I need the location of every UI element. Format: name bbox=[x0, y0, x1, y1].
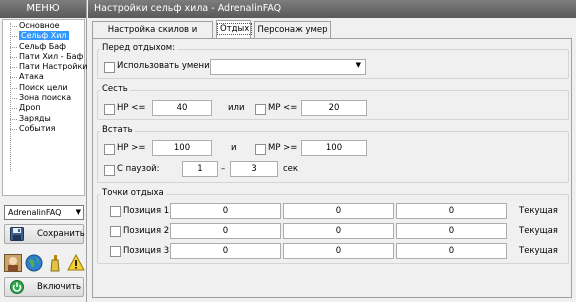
stand-mp-input[interactable]: 100 bbox=[301, 140, 367, 156]
potion-icon[interactable] bbox=[46, 254, 64, 272]
menu-item-label: Сельф Хил bbox=[19, 31, 69, 41]
tab-character-dead[interactable]: Персонаж умер bbox=[254, 21, 331, 38]
menu-item-label: Дроп bbox=[19, 103, 41, 113]
tab-label: Отдых bbox=[217, 23, 253, 35]
quick-icons bbox=[4, 254, 86, 274]
menu-item-party-heal-buff[interactable]: Пати Хил - Баф bbox=[3, 52, 84, 62]
sit-hp-label: HP <= bbox=[117, 103, 146, 113]
position-2-y-input[interactable]: 0 bbox=[283, 223, 394, 239]
side-menu: МЕНЮ Основное Сельф Хил Сельф Баф Пати Х… bbox=[0, 0, 88, 302]
profile-select[interactable]: AdrenalinFAQ ▼ bbox=[4, 205, 84, 220]
position-1-y-input[interactable]: 0 bbox=[283, 203, 394, 219]
position-2-z-input[interactable]: 0 bbox=[396, 223, 507, 239]
chevron-down-icon: ▼ bbox=[355, 61, 361, 69]
chevron-down-icon: ▼ bbox=[75, 208, 81, 216]
position-1-z-input[interactable]: 0 bbox=[396, 203, 507, 219]
rest-points-group: Точки отдыха Позиция 1 0 0 0 Текущая Поз… bbox=[97, 188, 569, 264]
menu-item-label: Пати Настройки bbox=[19, 62, 88, 72]
menu-item-label: Поиск цели bbox=[19, 82, 68, 92]
globe-icon[interactable] bbox=[25, 254, 43, 272]
save-button-label: Сохранить bbox=[37, 229, 85, 239]
sit-group: Сесть HP <= 40 или MP <= 20 bbox=[97, 84, 569, 120]
stand-hp-checkbox[interactable] bbox=[104, 144, 115, 155]
position-3-z-input[interactable]: 0 bbox=[396, 243, 507, 259]
warning-icon[interactable] bbox=[67, 254, 85, 272]
before-rest-group: Перед отдыхом: Использовать умение: ▼ bbox=[97, 43, 569, 79]
position-3-checkbox[interactable] bbox=[110, 246, 121, 257]
menu-item-label: Заряды bbox=[19, 113, 51, 123]
position-1-current-button[interactable]: Текущая bbox=[519, 205, 558, 218]
sit-title: Сесть bbox=[100, 84, 130, 94]
floppy-disk-icon bbox=[10, 227, 24, 241]
pause-dash: – bbox=[221, 164, 226, 174]
position-3-x-input[interactable]: 0 bbox=[170, 243, 281, 259]
menu-item-attack[interactable]: Атака bbox=[3, 72, 84, 82]
menu-item-label: События bbox=[19, 123, 56, 133]
save-button[interactable]: Сохранить bbox=[4, 224, 85, 244]
skill-select[interactable]: ▼ bbox=[210, 59, 366, 75]
menu-item-self-heal[interactable]: Сельф Хил bbox=[3, 31, 84, 41]
position-2-checkbox[interactable] bbox=[110, 226, 121, 237]
stand-group: Встать HP >= 100 и MP >= 100 С паузой: 1… bbox=[97, 125, 569, 183]
sit-mp-label: MP <= bbox=[268, 103, 298, 113]
menu-item-events[interactable]: События bbox=[3, 124, 84, 134]
sit-hp-checkbox[interactable] bbox=[104, 104, 115, 115]
use-skill-label: Использовать умение: bbox=[117, 61, 218, 71]
tab-rest[interactable]: Отдых bbox=[216, 20, 253, 38]
position-3-y-input[interactable]: 0 bbox=[283, 243, 394, 259]
position-1-x-input[interactable]: 0 bbox=[170, 203, 281, 219]
enable-button[interactable]: Включить bbox=[4, 277, 84, 297]
sit-hp-input[interactable]: 40 bbox=[152, 100, 212, 116]
stand-title: Встать bbox=[100, 125, 135, 135]
position-1-label: Позиция 1 bbox=[123, 206, 170, 216]
menu-item-label: Основное bbox=[19, 21, 60, 30]
pause-to-input[interactable]: 3 bbox=[230, 161, 278, 177]
menu-item-search-zone[interactable]: Зона поиска bbox=[3, 93, 84, 103]
menu-item-party-settings[interactable]: Пати Настройки bbox=[3, 62, 88, 72]
menu-title: МЕНЮ bbox=[0, 0, 86, 18]
tab-skills-items[interactable]: Настройка скилов и итемов bbox=[92, 21, 213, 51]
sit-mp-checkbox[interactable] bbox=[255, 104, 266, 115]
position-2-x-input[interactable]: 0 bbox=[170, 223, 281, 239]
pause-checkbox[interactable] bbox=[104, 165, 115, 176]
menu-item-label: Зона поиска bbox=[19, 93, 72, 103]
menu-item-label: Сельф Баф bbox=[19, 41, 66, 51]
stand-hp-label: HP >= bbox=[117, 143, 146, 153]
position-3-current-button[interactable]: Текущая bbox=[519, 245, 558, 258]
pause-from-input[interactable]: 1 bbox=[182, 161, 218, 177]
menu-item-charges[interactable]: Заряды bbox=[3, 114, 84, 124]
before-rest-title: Перед отдыхом: bbox=[100, 43, 178, 53]
pause-label: С паузой: bbox=[117, 164, 160, 174]
and-label: и bbox=[231, 143, 237, 153]
menu-item-label: Атака bbox=[19, 72, 44, 82]
menu-item-label: Пати Хил - Баф bbox=[19, 51, 84, 61]
rest-settings-panel: Перед отдыхом: Использовать умение: ▼ Се… bbox=[92, 38, 572, 298]
sit-mp-input[interactable]: 20 bbox=[301, 100, 367, 116]
use-skill-checkbox[interactable] bbox=[104, 62, 115, 73]
tab-label: Персонаж умер bbox=[257, 25, 328, 35]
stand-mp-label: MP >= bbox=[268, 143, 298, 153]
position-2-label: Позиция 2 bbox=[123, 226, 170, 236]
menu-tree: Основное Сельф Хил Сельф Баф Пати Хил - … bbox=[2, 19, 88, 196]
or-label: или bbox=[228, 103, 245, 113]
rest-points-title: Точки отдыха bbox=[100, 188, 166, 198]
menu-item-self-buff[interactable]: Сельф Баф bbox=[3, 42, 84, 52]
profile-select-value: AdrenalinFAQ bbox=[8, 208, 62, 217]
stand-mp-checkbox[interactable] bbox=[255, 144, 266, 155]
menu-item-target-search[interactable]: Поиск цели bbox=[3, 83, 84, 93]
seconds-label: сек bbox=[283, 164, 299, 174]
menu-item-drop[interactable]: Дроп bbox=[3, 103, 84, 113]
position-3-label: Позиция 3 bbox=[123, 246, 170, 256]
window-title: Настройки сельф хила - AdrenalinFAQ bbox=[88, 0, 576, 18]
position-1-checkbox[interactable] bbox=[110, 206, 121, 217]
stand-hp-input[interactable]: 100 bbox=[152, 140, 212, 156]
power-icon bbox=[10, 280, 24, 294]
character-icon[interactable] bbox=[4, 254, 22, 272]
enable-button-label: Включить bbox=[37, 282, 82, 292]
position-2-current-button[interactable]: Текущая bbox=[519, 225, 558, 238]
menu-item-main[interactable]: Основное bbox=[3, 21, 84, 31]
